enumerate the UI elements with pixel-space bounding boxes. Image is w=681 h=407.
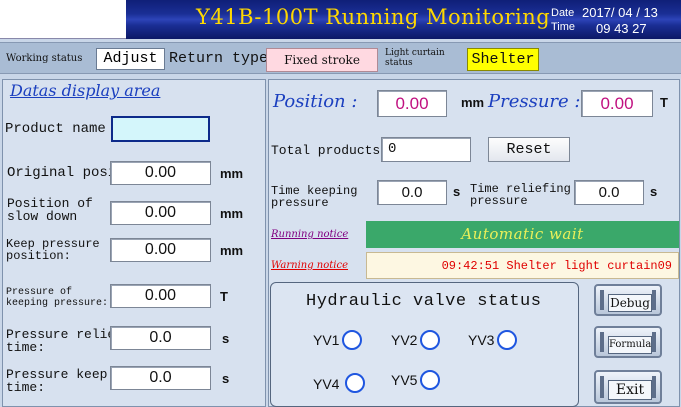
formula-button-label: Formula	[608, 336, 652, 354]
time-value: 09 43 27	[596, 21, 647, 36]
hydraulic-valve-title: Hydraulic valve status	[306, 292, 542, 311]
time-label: Time	[551, 21, 576, 33]
valve-yv2-indicator	[420, 330, 440, 350]
debug-button-label: Debug	[608, 294, 652, 312]
keeping-pressure-label: Pressure of keeping pressure:	[6, 287, 109, 309]
time-relief-pressure-value: 0.0	[574, 180, 644, 205]
valve-yv4-label: YV4	[313, 376, 340, 392]
exit-button-label: Exit	[608, 380, 652, 400]
running-notice-label: Running notice	[271, 229, 349, 240]
pressure-label: Pressure :	[488, 91, 581, 112]
pressure-relief-time-unit: s	[222, 331, 230, 346]
valve-yv5-indicator	[420, 370, 440, 390]
debug-button[interactable]: Debug	[594, 284, 662, 316]
date-label: Date	[551, 7, 575, 19]
light-curtain-label: Light curtain status	[385, 48, 445, 68]
total-products-label: Total products	[271, 143, 381, 158]
pressure-keep-time-unit: s	[222, 371, 230, 386]
logo-area	[0, 0, 126, 39]
position-unit: mm	[461, 95, 485, 110]
pressure-relief-time-value: 0.0	[110, 326, 211, 350]
light-curtain-value: Shelter	[467, 48, 539, 71]
running-notice-value: Automatic wait	[366, 221, 679, 248]
time-keeping-pressure-value: 0.0	[377, 180, 447, 205]
valve-yv3-indicator	[497, 330, 517, 350]
formula-button[interactable]: Formula	[594, 326, 662, 358]
original-position-unit: mm	[220, 166, 244, 181]
working-status-value: Adjust	[96, 48, 165, 70]
reset-button[interactable]: Reset	[488, 137, 570, 162]
keep-pressure-position-label: Keep pressure position:	[6, 237, 100, 263]
keep-pressure-position-value: 0.00	[110, 238, 211, 262]
pressure-keep-time-label: Pressure keep time:	[6, 367, 108, 395]
time-relief-pressure-label: Time reliefing pressure	[470, 182, 571, 208]
page-title: Y41B-100T Running Monitoring	[196, 5, 551, 29]
product-name-label: Product name	[5, 121, 106, 137]
total-products-value: 0	[381, 137, 471, 162]
data-display-title: Datas display area	[10, 81, 161, 100]
position-label: Position :	[273, 91, 358, 112]
return-type-label: Return type	[169, 50, 269, 67]
slow-down-position-label: Position of slow down	[7, 196, 93, 224]
valve-yv3-label: YV3	[468, 332, 495, 348]
return-type-value: Fixed stroke	[266, 48, 378, 72]
date-value: 2017/ 04 / 13	[582, 5, 658, 20]
working-status-label: Working status	[6, 53, 83, 64]
valve-yv2-label: YV2	[391, 332, 418, 348]
keep-pressure-position-unit: mm	[220, 243, 244, 258]
time-keeping-pressure-label: Time keeping pressure	[271, 184, 358, 210]
exit-button[interactable]: Exit	[594, 370, 662, 404]
original-position-value: 0.00	[110, 161, 211, 185]
valve-yv1-indicator	[342, 330, 362, 350]
pressure-value: 0.00	[581, 90, 653, 117]
pressure-unit: T	[660, 95, 668, 110]
slow-down-position-value: 0.00	[110, 201, 211, 225]
slow-down-position-unit: mm	[220, 206, 244, 221]
valve-yv4-indicator	[345, 373, 365, 393]
valve-yv1-label: YV1	[313, 332, 340, 348]
warning-notice-value: 09:42:51 Shelter light curtain09	[366, 252, 679, 279]
original-position-label: Original posi	[7, 165, 117, 181]
valve-yv5-label: YV5	[391, 372, 418, 388]
keeping-pressure-value: 0.00	[110, 284, 211, 308]
position-value: 0.00	[377, 90, 447, 117]
warning-notice-label: Warning notice	[271, 260, 349, 271]
product-name-input[interactable]	[111, 116, 210, 142]
time-keeping-pressure-unit: s	[453, 184, 461, 199]
keeping-pressure-unit: T	[220, 289, 228, 304]
pressure-relief-time-label: Pressure relief time:	[6, 327, 124, 355]
pressure-keep-time-value: 0.0	[110, 366, 211, 390]
time-relief-pressure-unit: s	[650, 184, 658, 199]
